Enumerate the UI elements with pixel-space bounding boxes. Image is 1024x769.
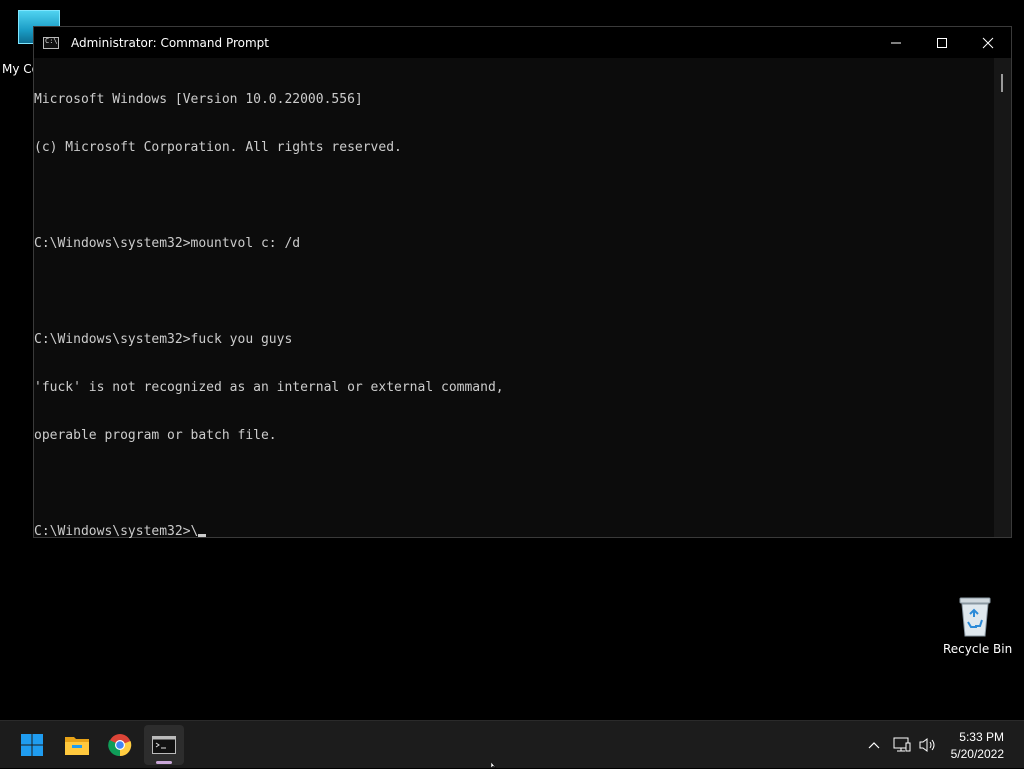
desktop-icon-label: Recycle Bin [943, 642, 1013, 656]
prompt-text: C:\Windows\system32>\ [34, 524, 199, 539]
clock-time: 5:33 PM [959, 730, 1004, 744]
console-line: Microsoft Windows [Version 10.0.22000.55… [34, 92, 363, 107]
terminal-icon [152, 736, 176, 754]
clock-date: 5/20/2022 [950, 747, 1004, 761]
console-line: operable program or batch file. [34, 428, 277, 443]
taskbar-chrome[interactable] [100, 725, 140, 765]
start-button[interactable] [12, 725, 52, 765]
close-button[interactable] [965, 27, 1011, 58]
network-icon [893, 737, 911, 752]
text-cursor [198, 534, 207, 537]
clock[interactable]: 5:33 PM 5/20/2022 [951, 729, 1004, 763]
folder-icon [65, 737, 89, 755]
show-hidden-icons-button[interactable] [862, 733, 886, 757]
console-line: 'fuck' is not recognized as an internal … [34, 380, 504, 395]
vertical-scrollbar[interactable] [994, 58, 1011, 537]
minimize-button[interactable] [873, 27, 919, 58]
chevron-up-icon [868, 742, 880, 749]
command-prompt-icon [43, 36, 59, 49]
maximize-button[interactable] [919, 27, 965, 58]
command-prompt-window[interactable]: Administrator: Command Prompt Microsoft … [33, 26, 1012, 540]
chrome-icon [108, 734, 132, 757]
maximize-icon [937, 37, 947, 48]
volume-button[interactable] [916, 733, 940, 757]
minimize-icon [891, 42, 901, 43]
active-indicator [156, 761, 172, 764]
console-line: (c) Microsoft Corporation. All rights re… [34, 140, 402, 155]
speaker-icon [919, 738, 935, 752]
command-line[interactable]: C:\Windows\system32>\ [34, 524, 994, 540]
console-line: C:\Windows\system32>fuck you guys [34, 332, 293, 347]
desktop-icon-recycle-bin[interactable]: Recycle Bin [943, 596, 1013, 656]
scrollbar-thumb[interactable] [1001, 74, 1003, 92]
network-button[interactable] [890, 733, 914, 757]
window-title: Administrator: Command Prompt [71, 35, 269, 50]
console-line: C:\Windows\system32>mountvol c: /d [34, 236, 301, 251]
close-icon [982, 37, 994, 48]
taskbar-file-explorer[interactable] [57, 725, 97, 765]
console-output[interactable]: Microsoft Windows [Version 10.0.22000.55… [34, 58, 994, 540]
taskbar-command-prompt[interactable] [144, 725, 184, 765]
windows-logo-icon [21, 734, 43, 756]
title-bar[interactable]: Administrator: Command Prompt [34, 27, 1011, 58]
taskbar: 5:33 PM 5/20/2022 [0, 720, 1024, 768]
mouse-pointer-icon [491, 762, 497, 768]
recycle-bin-icon [958, 596, 992, 638]
